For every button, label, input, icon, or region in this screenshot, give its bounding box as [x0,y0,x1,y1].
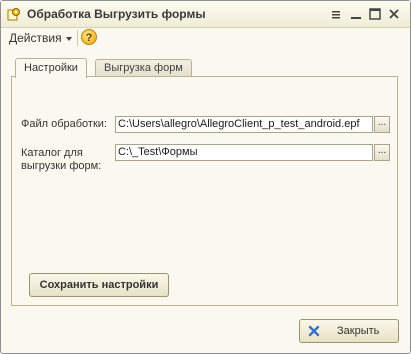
settings-panel [11,76,398,306]
minimize-icon[interactable] [349,7,363,21]
tab-settings[interactable]: Настройки [15,58,87,78]
dir-label-line2: выгрузки форм: [21,160,102,172]
actions-label: Действия [9,31,62,45]
file-browse-button[interactable]: ... [374,116,390,133]
chevron-down-icon [65,36,72,41]
maximize-icon[interactable] [368,7,382,21]
close-icon [308,325,320,337]
dir-label-line1: Каталог для [21,147,83,159]
actions-menu-button[interactable]: Действия [9,31,72,45]
close-window-icon[interactable] [387,7,401,21]
tab-export-forms[interactable]: Выгрузка форм [95,59,192,77]
toolbar-separator [77,30,78,46]
file-path-field[interactable]: C:\Users\allegro\AllegroClient_p_test_an… [115,116,373,133]
close-button[interactable]: Закрыть [299,319,399,343]
processing-icon [7,8,20,21]
export-dir-field[interactable]: C:\_Test\Формы [115,144,373,161]
toolbar: Действия ? [1,28,410,48]
close-label: Закрыть [337,325,380,337]
save-settings-button[interactable]: Сохранить настройки [29,273,169,297]
help-icon[interactable]: ? [81,29,97,45]
title-bar: Обработка Выгрузить формы [1,1,410,28]
dir-browse-button[interactable]: ... [374,144,390,161]
dialog-window: Обработка Выгрузить формы Действия ? Нас… [0,0,411,354]
file-label: Файл обработки: [21,118,107,130]
window-title: Обработка Выгрузить формы [27,7,206,21]
menu-icon[interactable] [329,7,343,21]
